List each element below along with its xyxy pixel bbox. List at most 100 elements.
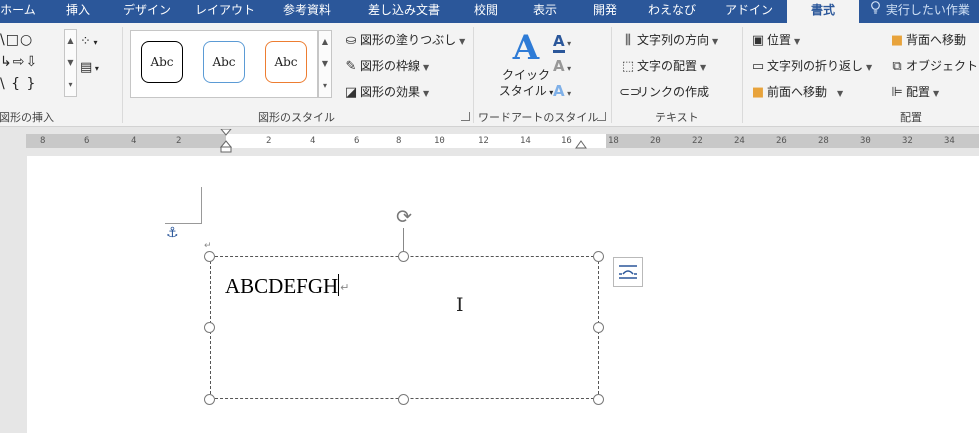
group-separator (122, 27, 123, 123)
bring-forward-button[interactable]: ■ 前面へ移動 ▼ (749, 81, 843, 103)
selection-pane-label: オブジェクトの選 (906, 59, 979, 73)
text-box[interactable]: ABCDEFGH ↵ (210, 256, 599, 399)
scroll-down-icon[interactable]: ▼ (65, 52, 76, 74)
text-fill-button[interactable]: A ▾ (553, 29, 571, 53)
style-preset-black[interactable]: Abc (141, 41, 183, 83)
text-box-text: ABCDEFGH (225, 274, 339, 298)
resize-handle-top-left[interactable] (204, 251, 215, 262)
dialog-launcher-icon[interactable] (461, 112, 470, 121)
gallery-more-icon[interactable]: ▾ (65, 74, 76, 96)
shape-gallery-scroll[interactable]: ▲ ▼ ▾ (64, 29, 77, 97)
ruler-tick: 20 (650, 136, 661, 146)
align-text-button[interactable]: ⬚ 文字の配置 ▼ (619, 55, 706, 77)
tab-addins[interactable]: アドイン (720, 0, 778, 23)
scroll-down-icon[interactable]: ▼ (319, 53, 331, 75)
margin-corner-mark (201, 187, 202, 224)
shape-row-3[interactable]: \ { } (0, 73, 64, 95)
draw-textbox-button[interactable]: ▤ ▾ (80, 55, 99, 81)
ruler-tick: 26 (776, 136, 787, 146)
tab-layout[interactable]: レイアウト (193, 0, 257, 23)
resize-handle-bottom[interactable] (398, 394, 409, 405)
tab-review[interactable]: 校閲 (466, 0, 506, 23)
ruler-tick: 8 (396, 136, 402, 146)
send-backward-button[interactable]: ■ 背面へ移動 (888, 29, 966, 51)
tab-design[interactable]: デザイン (118, 0, 176, 23)
edit-points-icon: ⁘ (80, 34, 91, 49)
shape-fill-label: 図形の塗りつぶし (360, 33, 457, 47)
chevron-down-icon: ▼ (700, 63, 707, 72)
gallery-more-icon[interactable]: ▾ (319, 75, 331, 97)
shape-effects-button[interactable]: ◪ 図形の効果 ▼ (342, 81, 429, 103)
indent-marker-icon[interactable] (219, 129, 233, 153)
ruler-tick: 10 (434, 136, 445, 146)
create-link-button[interactable]: ⊂⊃リンクの作成 (619, 81, 709, 103)
layout-options-button[interactable] (613, 257, 643, 287)
scroll-up-icon[interactable]: ▲ (65, 30, 76, 52)
shape-effects-label: 図形の効果 (360, 85, 421, 99)
align-objects-label: 配置 (906, 85, 931, 99)
style-preset-orange[interactable]: Abc (265, 41, 307, 83)
text-effects-button[interactable]: A ▾ (553, 79, 571, 103)
text-box-content[interactable]: ABCDEFGH ↵ (225, 273, 349, 301)
resize-handle-bottom-right[interactable] (593, 394, 604, 405)
layout-options-icon (619, 265, 637, 279)
resize-handle-top[interactable] (398, 251, 409, 262)
ruler-tick: 30 (860, 136, 871, 146)
chevron-down-icon: ▼ (794, 37, 801, 46)
shape-outline-button[interactable]: ✎ 図形の枠線 ▼ (342, 55, 430, 77)
ruler-tick: 2 (266, 136, 272, 146)
tab-insert[interactable]: 挿入 (58, 0, 98, 23)
tab-references[interactable]: 参考資料 (276, 0, 338, 23)
pencil-icon: ✎ (345, 59, 357, 74)
edit-shape-button[interactable]: ⁘ ▾ (80, 29, 99, 55)
style-gallery-scroll[interactable]: ▲ ▼ ▾ (318, 30, 332, 98)
create-link-label: リンクの作成 (637, 85, 710, 99)
right-indent-marker-icon[interactable] (575, 140, 587, 149)
position-button[interactable]: ▣ 位置 ▼ (749, 29, 800, 51)
tab-mailings[interactable]: 差し込み文書 (359, 0, 449, 23)
ruler-text-area (226, 134, 606, 148)
selection-pane-button[interactable]: ⧉ オブジェクトの選 (888, 55, 979, 77)
align-objects-button[interactable]: ⊫ 配置 ▼ (888, 81, 939, 103)
quick-style-button[interactable]: A クイック スタイル ▾ (496, 29, 556, 101)
link-icon: ⊂⊃ (619, 85, 641, 100)
shape-row-2[interactable]: ↳⇨⇩ (0, 51, 64, 73)
ruler-tick: 22 (692, 136, 703, 146)
resize-handle-left[interactable] (204, 322, 215, 333)
text-direction-icon: ⫼ (625, 33, 631, 48)
rotate-handle-icon[interactable]: ⟳ (393, 206, 415, 228)
ruler-tick: 14 (520, 136, 531, 146)
selection-pane-icon: ⧉ (892, 59, 902, 74)
ruler-tick: 12 (478, 136, 489, 146)
text-direction-button[interactable]: ⫼ 文字列の方向 ▼ (619, 29, 718, 51)
quick-style-label-2: スタイル ▾ (498, 84, 554, 98)
resize-handle-bottom-left[interactable] (204, 394, 215, 405)
tab-waenavi[interactable]: わえなび (640, 0, 704, 23)
ribbon-format: \□○ ↳⇨⇩ \ { } ▲ ▼ ▾ ⁘ ▾ ▤ ▾ 図形の挿入 Abc Ab… (0, 23, 979, 127)
word-window: ホーム 挿入 デザイン レイアウト 参考資料 差し込み文書 校閲 表示 開発 わ… (0, 0, 979, 433)
wrap-text-button[interactable]: ▭ 文字列の折り返し ▼ (749, 55, 872, 77)
ruler-tick: 6 (354, 136, 360, 146)
tab-format[interactable]: 書式 (787, 0, 859, 23)
dialog-launcher-icon[interactable] (597, 112, 606, 121)
tab-developer[interactable]: 開発 (585, 0, 625, 23)
text-outline-button[interactable]: A ▾ (553, 54, 571, 78)
shape-gallery[interactable]: \□○ ↳⇨⇩ \ { } (0, 29, 64, 97)
group-label-wordart: ワードアートのスタイル (478, 111, 599, 124)
margin-corner-mark (165, 223, 202, 224)
resize-handle-top-right[interactable] (593, 251, 604, 262)
tab-home[interactable]: ホーム (0, 0, 44, 23)
wrap-text-label: 文字列の折り返し (767, 59, 864, 73)
shape-row-1[interactable]: \□○ (0, 29, 64, 51)
style-preset-blue[interactable]: Abc (203, 41, 245, 83)
tab-view[interactable]: 表示 (525, 0, 565, 23)
tell-me-search[interactable]: 実行したい作業 (868, 0, 970, 23)
shape-style-gallery[interactable]: Abc Abc Abc (130, 30, 318, 98)
shape-fill-button[interactable]: ⛀ 図形の塗りつぶし ▼ (342, 29, 466, 51)
horizontal-ruler[interactable]: 8 6 4 2 2 4 6 8 10 12 14 16 18 20 22 24 … (26, 129, 979, 153)
position-label: 位置 (767, 33, 792, 47)
ruler-tick: 32 (902, 136, 913, 146)
scroll-up-icon[interactable]: ▲ (319, 31, 331, 53)
resize-handle-right[interactable] (593, 322, 604, 333)
group-label-shape-styles: 図形のスタイル (258, 111, 335, 124)
